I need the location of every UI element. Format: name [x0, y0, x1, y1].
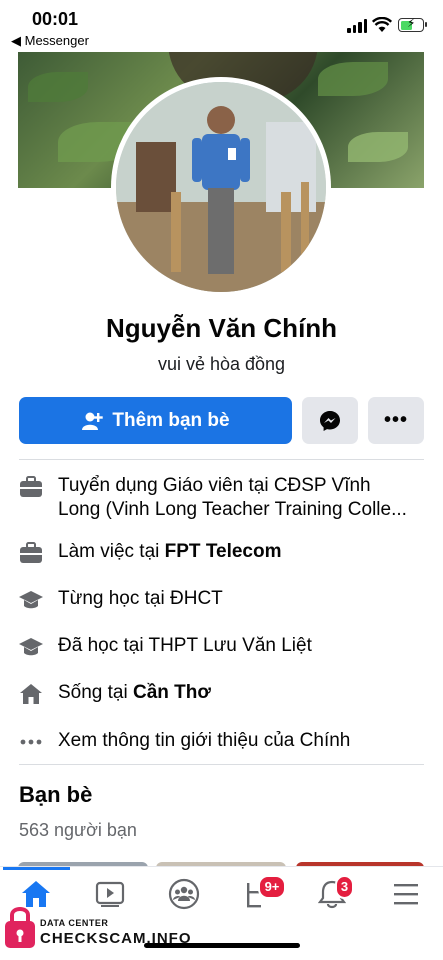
detail-row-work[interactable]: Làm việc tại FPT Telecom: [18, 540, 426, 566]
detail-text-line2: Long (Vinh Long Teacher Training Colle..…: [58, 499, 407, 520]
video-icon: [95, 881, 125, 907]
detail-text: Tuyển dụng Giáo viên tại CĐSP Vĩnh: [58, 475, 371, 496]
graduation-cap-icon: [18, 587, 44, 613]
battery-icon: ⚡: [398, 16, 424, 32]
marketplace-badge: 9+: [258, 875, 286, 899]
status-bar: 00:01 ◀ Messenger ⚡: [0, 0, 443, 52]
wifi-icon: [372, 17, 392, 32]
ellipsis-icon: [18, 729, 44, 755]
workplace-name: FPT Telecom: [164, 541, 282, 562]
friends-section-title: Bạn bè: [19, 782, 93, 807]
watermark-small: DATA CENTER: [40, 918, 109, 928]
notifications-badge: 3: [335, 875, 354, 899]
message-button[interactable]: [302, 397, 358, 444]
avatar-photo: [116, 82, 326, 292]
profile-name: Nguyễn Văn Chính: [105, 313, 338, 343]
detail-row-job[interactable]: Tuyển dụng Giáo viên tại CĐSP Vĩnh Long …: [18, 474, 426, 522]
detail-row-lives[interactable]: Sống tại Cần Thơ: [18, 681, 426, 707]
city-name: Cần Thơ: [133, 682, 211, 703]
detail-row-studied[interactable]: Từng học tại ĐHCT: [18, 587, 426, 613]
briefcase-icon: [18, 474, 44, 500]
briefcase-icon: [18, 540, 44, 566]
detail-prefix: Làm việc tại: [58, 541, 165, 562]
add-friend-button[interactable]: Thêm bạn bè: [19, 397, 292, 444]
detail-text: Xem thông tin giới thiệu của Chính: [58, 730, 351, 751]
more-options-button[interactable]: •••: [368, 397, 424, 444]
graduation-cap-icon: [18, 634, 44, 660]
friends-count[interactable]: 563 người bạn: [19, 820, 137, 841]
battery-tip: [425, 22, 427, 27]
detail-text: Đã học tại THPT Lưu Văn Liệt: [58, 635, 312, 656]
divider: [19, 459, 424, 460]
profile-avatar[interactable]: [111, 77, 331, 297]
messenger-icon: [320, 410, 340, 431]
status-time: 00:01: [32, 9, 79, 29]
back-to-messenger-link[interactable]: ◀ Messenger: [11, 33, 89, 49]
tab-menu[interactable]: [386, 877, 426, 911]
add-friend-icon: [82, 412, 104, 430]
active-tab-indicator: [3, 867, 70, 870]
menu-icon: [394, 884, 418, 905]
home-icon: [18, 681, 44, 707]
profile-bio: vui vẻ hòa đồng: [157, 354, 286, 374]
detail-prefix: Sống tại: [58, 682, 133, 703]
divider: [19, 764, 424, 765]
tab-video[interactable]: [90, 877, 130, 911]
detail-row-highschool[interactable]: Đã học tại THPT Lưu Văn Liệt: [18, 634, 426, 660]
groups-icon: [168, 878, 200, 910]
see-about-link[interactable]: Xem thông tin giới thiệu của Chính: [18, 729, 426, 755]
lock-icon: [5, 907, 35, 948]
signal-icon: [347, 19, 367, 33]
tab-groups[interactable]: [164, 877, 204, 911]
detail-text: Từng học tại ĐHCT: [58, 588, 223, 609]
add-friend-label: Thêm bạn bè: [112, 409, 230, 431]
home-indicator[interactable]: [144, 943, 300, 948]
